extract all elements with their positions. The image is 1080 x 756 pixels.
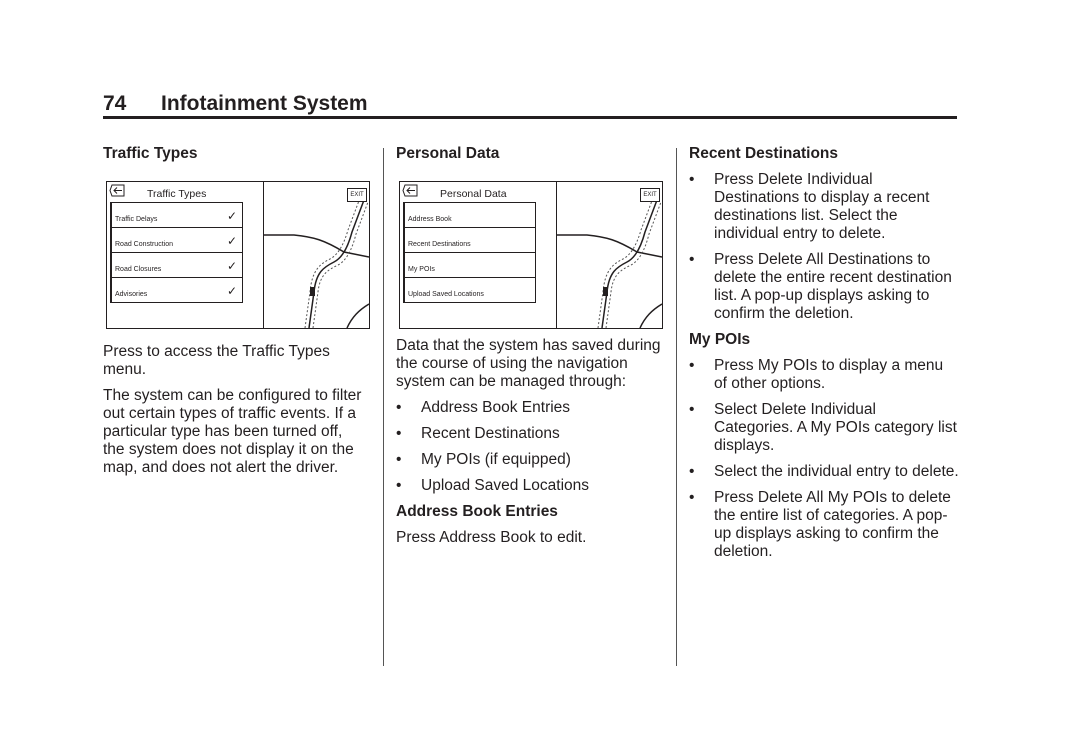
vehicle-icon [603,287,608,296]
column-personal-data: Personal Data Personal Data Address Book… [396,145,663,555]
page-number: 74 [103,92,127,115]
bullet-icon: • [689,463,695,480]
back-arrow-icon [109,184,125,197]
map-route [601,199,658,328]
menu-item: Road Closures ✓ [110,252,243,278]
menu-item: Road Construction ✓ [110,227,243,253]
traffic-types-screen-illustration: Traffic Types Traffic Delays ✓ Road Const… [106,181,370,329]
list-item: • Upload Saved Locations [396,477,590,494]
bullet-icon: • [396,399,402,416]
bullet-icon: • [396,451,402,468]
screen-title: Traffic Types [147,188,207,200]
list-item: • Press Delete All My POIs to delete the … [689,489,951,560]
list-item: • Press My POIs to display a menu of othe… [689,357,944,392]
check-icon: ✓ [226,284,237,298]
bullet-icon: • [689,171,695,188]
menu-item: Recent Destinations [403,227,536,253]
list-item: • Select the individual entry to delete. [689,463,959,480]
paragraph: The system can be configured to filter o… [103,387,362,476]
bullet-icon: • [396,477,402,494]
column-divider [676,148,677,666]
page-header: 74 Infotainment System [103,92,957,118]
bullet-list: • Press Delete Individual Destinations to… [689,171,959,323]
map-road [346,303,369,328]
menu-item: Address Book [403,202,536,228]
list-item: • Press Delete Individual Destinations to… [689,171,930,242]
screen-title-row: Personal Data [400,182,556,202]
vehicle-icon [310,287,315,296]
bullet-icon: • [689,489,695,506]
screen-menu: Personal Data Address Book Recent Destin… [400,182,557,328]
header-rule [103,116,957,119]
exit-button: EXIT [347,188,367,202]
section-heading: Traffic Types [103,145,198,162]
menu-item: Advisories ✓ [110,277,243,303]
section-heading: Personal Data [396,145,500,162]
check-icon: ✓ [226,234,237,248]
bullet-icon: • [396,425,402,442]
bullet-list: • Press My POIs to display a menu of othe… [689,357,959,561]
screen-title-row: Traffic Types [107,182,263,202]
column-divider [383,148,384,666]
menu-item: Traffic Delays ✓ [110,202,243,228]
column-recent-destinations: Recent Destinations • Press Delete Indivi… [689,145,959,569]
map-road [264,234,369,258]
list-item: • Address Book Entries [396,399,571,416]
list-item: • My POIs (if equipped) [396,451,571,468]
column-traffic-types: Traffic Types Traffic Types Traffic Dela… [103,145,370,485]
screen-title: Personal Data [440,188,507,200]
list-item: • Press Delete All Destinations to delete… [689,251,952,322]
personal-data-screen-illustration: Personal Data Address Book Recent Destin… [399,181,663,329]
map-route [308,199,365,328]
map-road [557,234,662,258]
menu-item: Upload Saved Locations [403,277,536,303]
page-title: Infotainment System [161,92,368,115]
list-item: • Recent Destinations [396,425,560,442]
bullet-icon: • [689,401,695,418]
map-illustration [264,197,369,328]
section-heading: My POIs [689,331,751,348]
map-illustration [557,197,662,328]
paragraph: Press Address Book to edit. [396,529,587,546]
map-route-highlight [312,201,369,328]
bullet-icon: • [689,251,695,268]
screen-menu: Traffic Types Traffic Delays ✓ Road Const… [107,182,264,328]
check-icon: ✓ [226,259,237,273]
map-road [639,303,662,328]
menu-item: My POIs [403,252,536,278]
back-arrow-icon [402,184,418,197]
section-heading: Recent Destinations [689,145,839,162]
section-subheading: Address Book Entries [396,503,558,520]
bullet-icon: • [689,357,695,374]
check-icon: ✓ [226,209,237,223]
bullet-list: • Address Book Entries • Recent Destinatio… [396,399,661,495]
paragraph: Data that the system has saved during th… [396,337,661,390]
exit-button: EXIT [640,188,660,202]
paragraph: Press to access the Traffic Types menu. [103,343,330,378]
map-route-highlight [605,201,662,328]
list-item: • Select Delete Individual Categories. A … [689,401,957,454]
